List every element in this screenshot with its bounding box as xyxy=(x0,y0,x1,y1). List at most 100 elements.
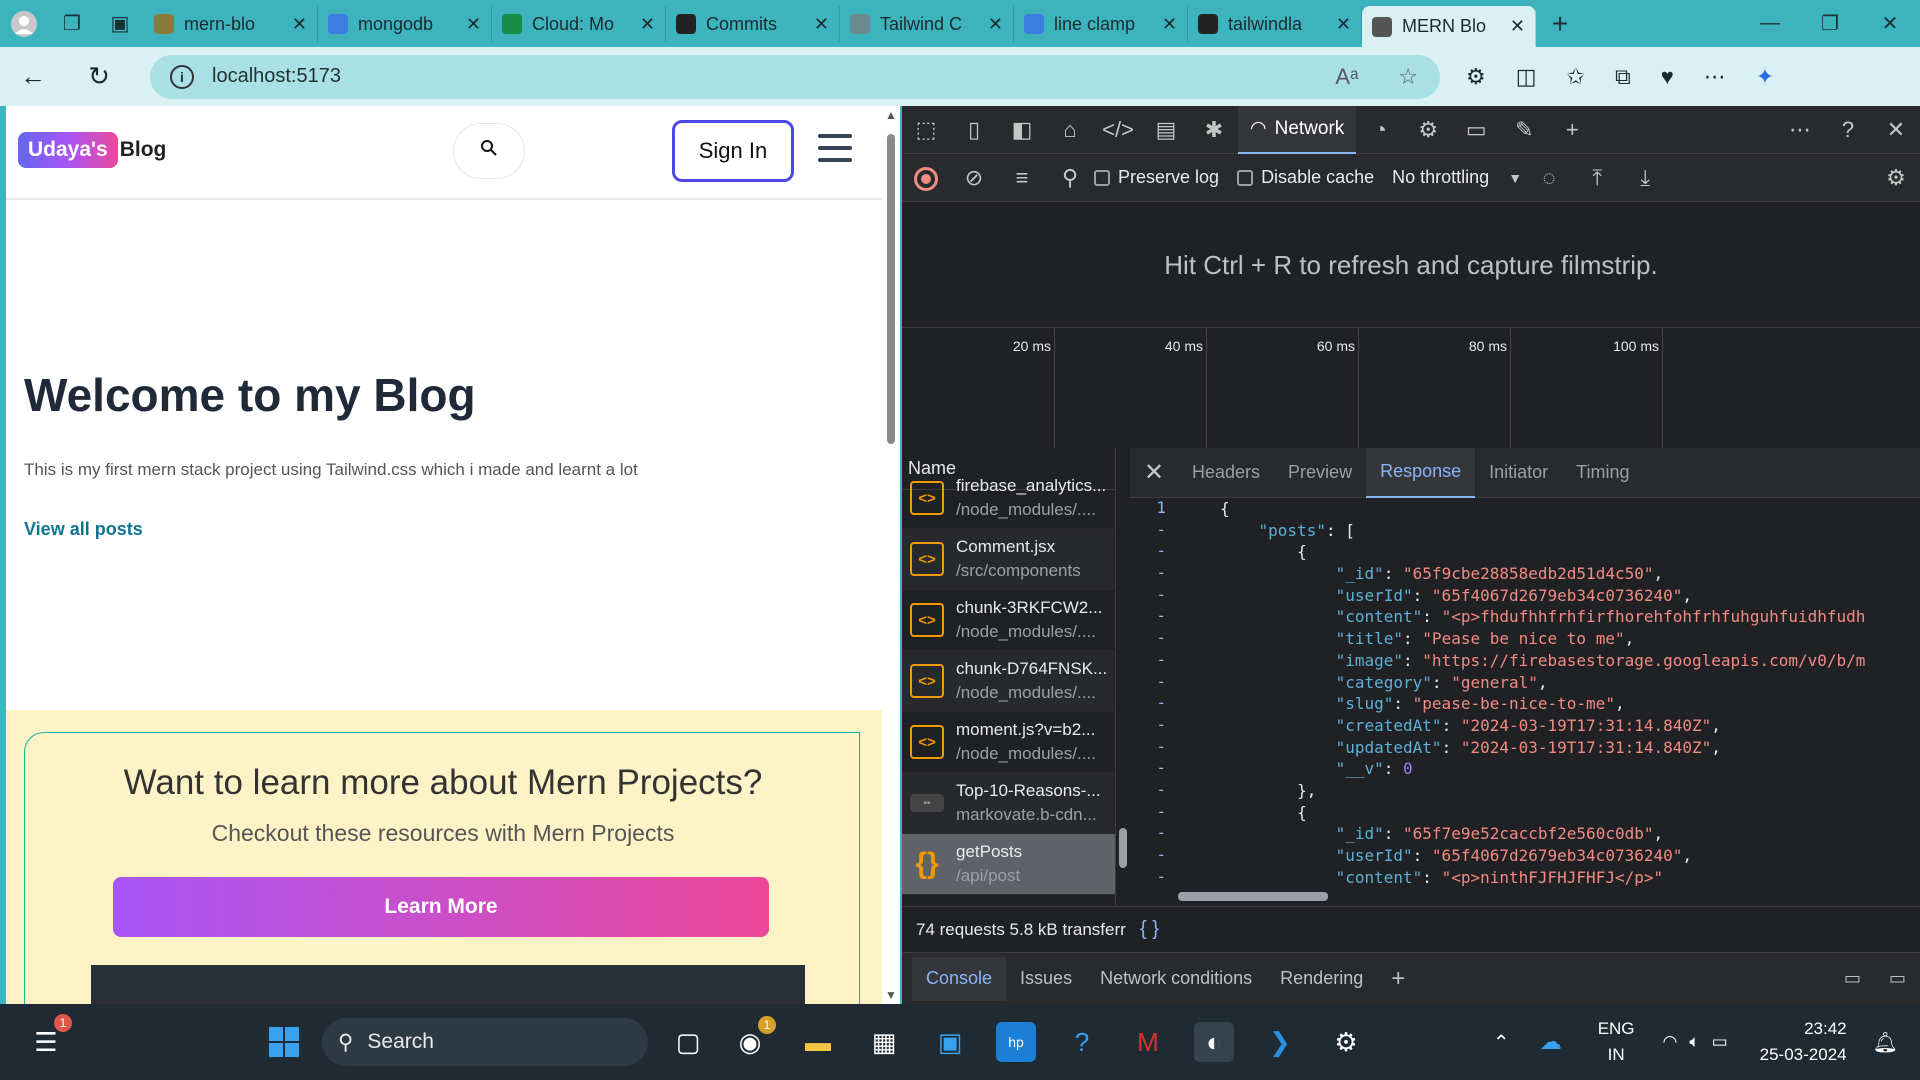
close-devtools-icon[interactable]: ✕ xyxy=(1872,117,1920,143)
health-icon[interactable]: ♥ xyxy=(1661,64,1674,90)
microsoft-store-icon[interactable]: ▦ xyxy=(864,1022,904,1062)
help-app-icon[interactable]: ? xyxy=(1062,1022,1102,1062)
browser-tab[interactable]: line clamp ✕ xyxy=(1014,6,1188,42)
request-list-scrollbar[interactable] xyxy=(1116,448,1130,906)
restore-icon[interactable]: ❐ xyxy=(1800,0,1860,47)
browser-tab[interactable]: tailwindla ✕ xyxy=(1188,6,1362,42)
tab-network[interactable]: ◠ Network xyxy=(1238,106,1357,154)
pretty-print-icon[interactable]: { } xyxy=(1130,918,1159,941)
tab-initiator[interactable]: Initiator xyxy=(1475,448,1562,498)
site-logo[interactable]: Udaya's Blog xyxy=(18,132,166,168)
request-row[interactable]: <> Comment.jsx /src/components xyxy=(902,529,1115,590)
help-icon[interactable]: ? xyxy=(1824,117,1872,143)
clock[interactable]: 23:42 25-03-2024 xyxy=(1760,1016,1847,1068)
read-aloud-icon[interactable]: A͏ᵃ xyxy=(1335,64,1358,90)
device-toolbar-icon[interactable]: ▯ xyxy=(950,117,998,143)
request-row[interactable]: <> firebase_analytics... /node_modules/.… xyxy=(902,468,1115,529)
onedrive-icon[interactable]: ☁ xyxy=(1540,1029,1562,1055)
undock-drawer-icon[interactable]: ▭ xyxy=(1830,957,1875,1001)
disable-cache-checkbox[interactable]: Disable cache xyxy=(1237,167,1374,188)
favorites-icon[interactable]: ✩ xyxy=(1567,64,1585,90)
taskbar-search[interactable]: ⚲ Search xyxy=(322,1018,648,1066)
browser-tab[interactable]: Tailwind C ✕ xyxy=(840,6,1014,42)
learn-more-button[interactable]: Learn More xyxy=(113,877,769,937)
settings-gear-icon[interactable]: ⚙ xyxy=(1872,165,1920,191)
memory-icon[interactable]: ⚙ xyxy=(1404,117,1452,143)
request-row[interactable]: <> moment.js?v=b2... /node_modules/.... xyxy=(902,712,1115,773)
view-all-posts-link[interactable]: View all posts xyxy=(24,519,143,540)
page-scrollbar[interactable]: ▲ ▼ xyxy=(882,106,900,1004)
tab-headers[interactable]: Headers xyxy=(1178,448,1274,498)
notification-bell-icon[interactable]: 🔔︎ xyxy=(1873,1030,1898,1055)
close-window-icon[interactable]: ✕ xyxy=(1860,0,1920,47)
back-icon[interactable]: ← xyxy=(0,61,66,92)
dock-icon[interactable]: ◧ xyxy=(998,117,1046,143)
split-screen-icon[interactable]: ◫ xyxy=(1516,64,1537,90)
response-viewer[interactable]: 1----------------- { "posts": [ { "_id":… xyxy=(1130,498,1920,886)
vscode-icon[interactable]: ❯ xyxy=(1260,1022,1300,1062)
clear-icon[interactable]: ⊘ xyxy=(950,165,998,191)
request-list-scroll-thumb[interactable] xyxy=(1119,828,1127,868)
more-options-icon[interactable]: ⋯ xyxy=(1704,64,1726,90)
inspect-icon[interactable]: ⬚ xyxy=(902,117,950,143)
battery-icon[interactable]: ▭ xyxy=(1712,1032,1728,1052)
close-tab-icon[interactable]: ✕ xyxy=(1510,16,1525,37)
chevron-up-icon[interactable]: ⌃ xyxy=(1493,1030,1510,1055)
extensions-icon[interactable]: ⚙ xyxy=(1466,64,1486,90)
mcafee-icon[interactable]: M xyxy=(1128,1022,1168,1062)
application-icon[interactable]: ▭ xyxy=(1452,117,1500,143)
edge-icon[interactable]: ◐ xyxy=(1194,1022,1234,1062)
welcome-home-icon[interactable]: ⌂ xyxy=(1046,117,1094,143)
close-tab-icon[interactable]: ✕ xyxy=(1336,14,1351,35)
throttling-select[interactable]: No throttling xyxy=(1392,167,1489,188)
record-icon[interactable] xyxy=(902,164,950,191)
wifi-icon[interactable]: ◠ xyxy=(1663,1032,1678,1052)
browser-tab[interactable]: Cloud: Mo ✕ xyxy=(492,6,666,42)
close-detail-icon[interactable]: ✕ xyxy=(1130,458,1178,487)
request-row[interactable]: <> chunk-3RKFCW2... /node_modules/.... xyxy=(902,590,1115,651)
workspaces-icon[interactable]: ❐ xyxy=(48,0,96,47)
url-text[interactable]: localhost:5173 xyxy=(212,65,1317,88)
search-button[interactable] xyxy=(453,123,525,179)
paint-icon[interactable]: ✎ xyxy=(1500,117,1548,143)
more-tools-icon[interactable]: + xyxy=(1548,117,1596,143)
timeline-overview[interactable]: 20 ms 40 ms 60 ms 80 ms 100 ms xyxy=(902,327,1920,448)
favorite-star-icon[interactable]: ☆ xyxy=(1398,64,1418,90)
outlook-icon[interactable]: ▣ xyxy=(930,1022,970,1062)
close-tab-icon[interactable]: ✕ xyxy=(640,14,655,35)
widgets-icon[interactable]: ☰ 1 xyxy=(26,1014,72,1062)
drawer-tab-network-conditions[interactable]: Network conditions xyxy=(1086,957,1266,1001)
search-icon[interactable]: ⚲ xyxy=(1046,165,1094,191)
response-hscrollbar[interactable] xyxy=(1130,886,1920,906)
hp-app-icon[interactable]: hp xyxy=(996,1022,1036,1062)
preserve-log-checkbox[interactable]: Preserve log xyxy=(1094,167,1219,188)
close-tab-icon[interactable]: ✕ xyxy=(466,14,481,35)
console-icon[interactable]: ▤ xyxy=(1142,117,1190,143)
close-tab-icon[interactable]: ✕ xyxy=(814,14,829,35)
collections-icon[interactable]: ⧉ xyxy=(1615,64,1631,90)
volume-icon[interactable]: 🔈︎ xyxy=(1689,1032,1699,1052)
chevron-down-icon[interactable]: ▼ xyxy=(1505,170,1525,186)
request-row[interactable]: <> chunk-D764FNSK... /node_modules/.... xyxy=(902,651,1115,712)
file-explorer-icon[interactable]: ▬ xyxy=(798,1022,838,1062)
settings-gear-icon[interactable]: ⚙ xyxy=(1326,1022,1366,1062)
drawer-tab-rendering[interactable]: Rendering xyxy=(1266,957,1377,1001)
new-tab-icon[interactable]: + xyxy=(1536,0,1584,47)
teams-icon[interactable]: ◉ 1 xyxy=(730,1016,776,1062)
language-indicator[interactable]: ENG IN xyxy=(1598,1016,1635,1068)
copilot-icon[interactable]: ✦ xyxy=(1756,64,1774,90)
windows-start-icon[interactable] xyxy=(264,1022,304,1062)
close-tab-icon[interactable]: ✕ xyxy=(292,14,307,35)
browser-tab[interactable]: mern-blo ✕ xyxy=(144,6,318,42)
tab-preview[interactable]: Preview xyxy=(1274,448,1366,498)
refresh-icon[interactable]: ↻ xyxy=(66,61,132,92)
scroll-up-icon[interactable]: ▲ xyxy=(885,108,897,122)
elements-icon[interactable]: </> xyxy=(1094,117,1142,143)
browser-tab[interactable]: mongodb ✕ xyxy=(318,6,492,42)
request-row[interactable]: {} getPosts /api/post xyxy=(902,834,1115,895)
tab-response[interactable]: Response xyxy=(1366,447,1476,498)
browser-tab[interactable]: MERN Blo ✕ xyxy=(1362,6,1536,47)
more-options-icon[interactable]: ⋯ xyxy=(1776,117,1824,143)
export-icon[interactable]: ⤓ xyxy=(1621,165,1669,191)
minimize-icon[interactable]: — xyxy=(1740,0,1800,47)
